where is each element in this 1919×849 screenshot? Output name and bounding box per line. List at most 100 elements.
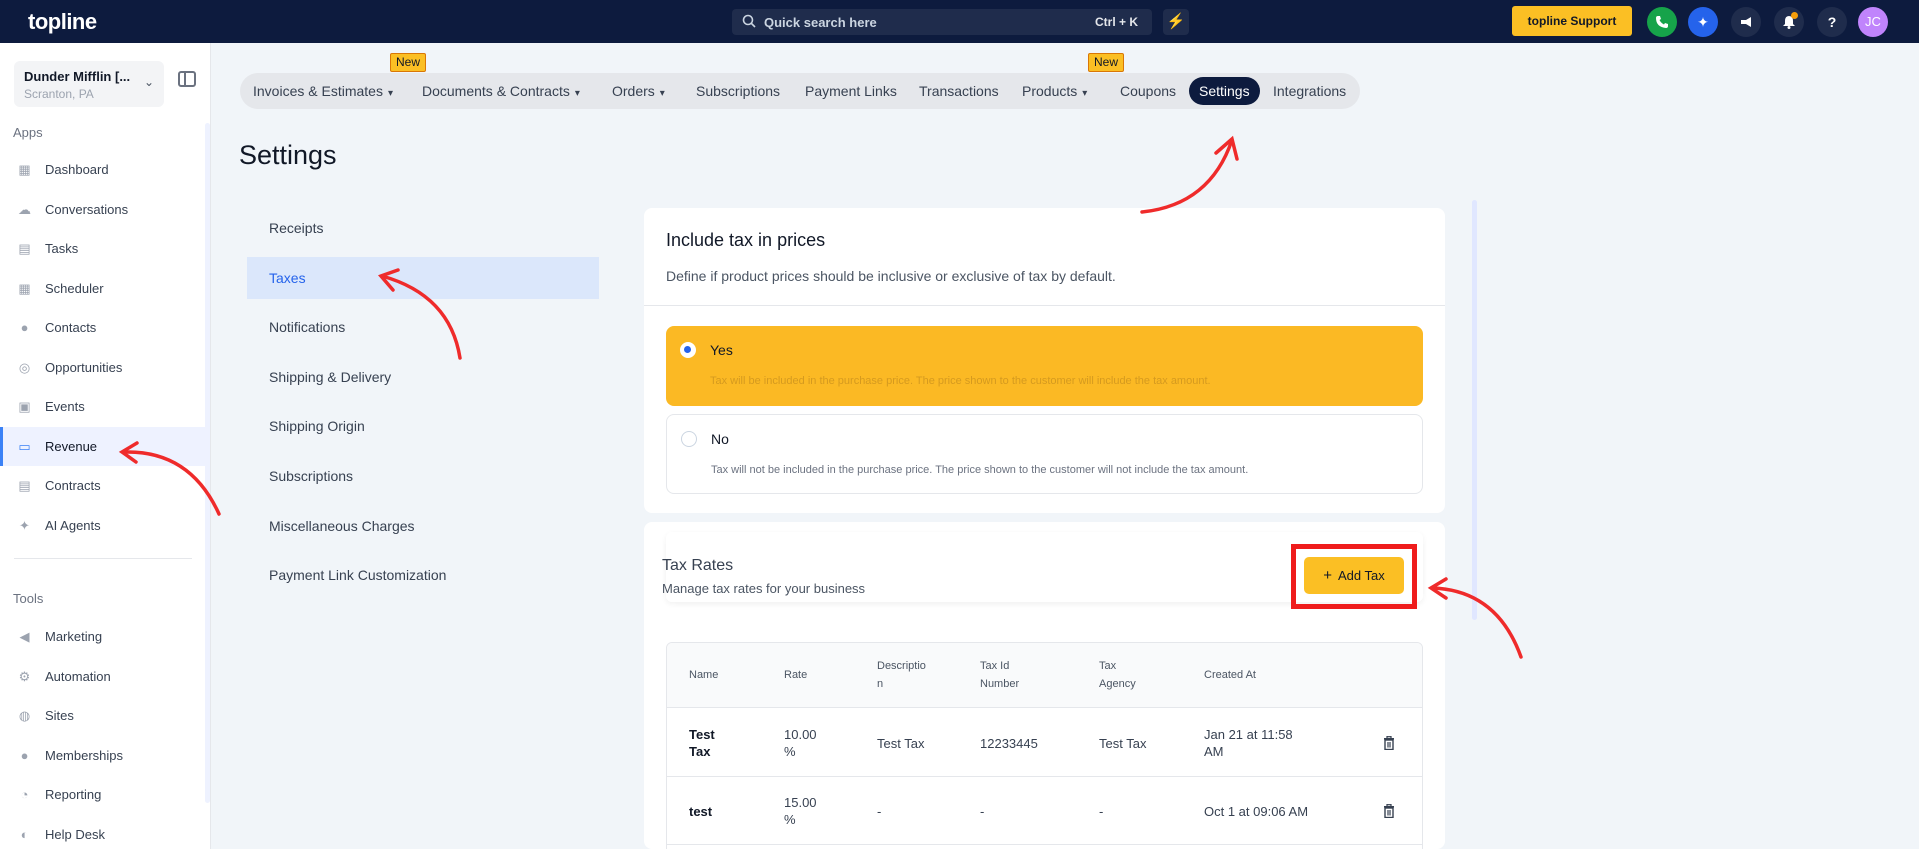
tab-coupons[interactable]: Coupons <box>1120 73 1176 109</box>
column-header-rate: Rate <box>784 669 808 681</box>
sidebar-item-opportunities[interactable]: ◎ Opportunities <box>0 348 205 387</box>
pie-icon: ◔ <box>20 787 29 802</box>
tax-option-yes[interactable]: Yes Tax will be included in the purchase… <box>666 326 1423 406</box>
sidebar-item-conversations[interactable]: ☁ Conversations <box>0 190 205 229</box>
tab-subscriptions[interactable]: Subscriptions <box>696 73 780 109</box>
tab-integrations[interactable]: Integrations <box>1273 73 1346 109</box>
settings-menu-subscriptions[interactable]: Subscriptions <box>247 455 599 497</box>
option-description: Tax will be included in the purchase pri… <box>710 375 1211 387</box>
settings-menu-label: Taxes <box>269 269 306 286</box>
cell-tax-id: 12233445 <box>980 736 1038 751</box>
column-header-tax-id: Tax Id Number <box>980 660 1020 690</box>
cell-description: Test Tax <box>877 736 925 751</box>
avatar[interactable]: JC <box>1858 7 1888 37</box>
events-icon: ▣ <box>18 399 31 414</box>
sidebar-item-label: Scheduler <box>45 280 104 296</box>
user-icon: ● <box>20 320 29 335</box>
sidebar-item-scheduler[interactable]: ▦ Scheduler <box>0 269 205 308</box>
sidebar-item-label: Sites <box>45 708 74 723</box>
tax-option-no[interactable]: No Tax will not be included in the purch… <box>666 414 1423 494</box>
tab-orders[interactable]: Orders ▾ <box>612 73 665 109</box>
cell-tax-id: - <box>980 804 985 819</box>
sidebar-item-label: AI Agents <box>45 517 101 533</box>
collapse-sidebar-icon[interactable] <box>178 71 196 87</box>
table-row[interactable]: test 15.00 % - - - Oct 1 at 09:06 AM <box>667 777 1422 845</box>
sidebar-item-contracts[interactable]: ▤ Contracts <box>0 466 205 505</box>
magic-wand-icon[interactable]: ✦ <box>1688 7 1718 37</box>
quick-search[interactable]: Quick search here Ctrl + K <box>732 9 1152 35</box>
sidebar-item-sites[interactable]: ◍ Sites <box>0 696 205 735</box>
settings-menu-taxes[interactable]: Taxes <box>247 256 599 299</box>
help-icon[interactable]: ? <box>1817 7 1847 37</box>
plus-icon: + <box>1323 567 1332 584</box>
sparkle-icon: ✦ <box>19 517 30 533</box>
support-button[interactable]: topline Support <box>1512 6 1632 36</box>
option-description: Tax will not be included in the purchase… <box>711 464 1249 476</box>
gears-icon: ⚙ <box>18 668 31 684</box>
cell-agency: - <box>1099 804 1104 819</box>
chevron-down-icon: ⌄ <box>143 75 154 89</box>
tax-rates-subtitle: Manage tax rates for your business <box>662 581 866 596</box>
globe-icon: ◍ <box>18 708 31 723</box>
tab-settings[interactable]: Settings <box>1189 77 1260 105</box>
revenue-tabs: Invoices & Estimates ▾ Documents & Contra… <box>240 73 1360 109</box>
settings-menu-payment-link-customization[interactable]: Payment Link Customization <box>247 554 599 596</box>
table-row[interactable]: Test Tax 10.00 % Test Tax 12233445 Test … <box>667 709 1422 777</box>
sidebar: Dunder Mifflin [... Scranton, PA ⌄ Apps … <box>0 43 211 849</box>
settings-menu-receipts[interactable]: Receipts <box>247 207 599 249</box>
tax-rates-title: Tax Rates <box>662 557 734 574</box>
cell-description: - <box>877 804 882 819</box>
cell-name: test <box>689 804 713 819</box>
tab-invoices-estimates[interactable]: Invoices & Estimates ▾ <box>253 73 393 109</box>
settings-menu-notifications[interactable]: Notifications <box>247 306 599 348</box>
settings-menu-miscellaneous-charges[interactable]: Miscellaneous Charges <box>247 505 599 547</box>
radio-button[interactable] <box>681 431 697 447</box>
sidebar-item-events[interactable]: ▣ Events <box>0 387 205 426</box>
megaphone-icon: ◀ <box>19 629 30 644</box>
phone-icon[interactable] <box>1647 7 1677 37</box>
sidebar-item-contacts[interactable]: ● Contacts <box>0 308 205 347</box>
sidebar-item-label: Help Desk <box>45 826 105 842</box>
sidebar-scrollbar[interactable] <box>205 123 210 803</box>
arrow-to-settings-tab <box>1140 138 1234 214</box>
card-icon: ▭ <box>18 438 31 454</box>
sidebar-item-marketing[interactable]: ◀ Marketing <box>0 617 205 656</box>
sidebar-item-tasks[interactable]: ▤ Tasks <box>0 229 205 268</box>
sidebar-item-help-desk[interactable]: ◐ Help Desk <box>0 815 205 849</box>
settings-menu-shipping-delivery[interactable]: Shipping & Delivery <box>247 356 599 398</box>
sidebar-item-revenue[interactable]: ▭ Revenue <box>0 426 205 466</box>
sidebar-item-ai-agents[interactable]: ✦ AI Agents <box>0 506 205 545</box>
settings-menu-label: Shipping & Delivery <box>269 368 392 385</box>
trash-icon[interactable] <box>1383 736 1395 750</box>
content-scrollbar[interactable] <box>1472 200 1477 620</box>
tab-documents-contracts[interactable]: Documents & Contracts ▾ <box>422 73 580 109</box>
megaphone-icon[interactable] <box>1731 7 1761 37</box>
search-shortcut: Ctrl + K <box>1094 15 1138 29</box>
column-header-name: Name <box>689 669 719 681</box>
logo[interactable]: topline <box>28 9 97 35</box>
bell-icon[interactable] <box>1774 7 1804 37</box>
tab-payment-links[interactable]: Payment Links <box>805 73 897 109</box>
sidebar-item-automation[interactable]: ⚙ Automation <box>0 657 205 696</box>
tools-section-label: Tools <box>13 591 44 606</box>
tab-transactions[interactable]: Transactions <box>919 73 999 109</box>
trash-icon[interactable] <box>1383 804 1395 818</box>
add-tax-button[interactable]: + Add Tax <box>1304 557 1404 594</box>
sidebar-item-label: Tasks <box>45 241 79 256</box>
sidebar-item-reporting[interactable]: ◔ Reporting <box>0 775 205 814</box>
sidebar-item-label: Opportunities <box>45 359 123 375</box>
table-header: Name Rate Descriptio n Tax Id Number Tax… <box>667 643 1422 708</box>
lightning-icon[interactable]: ⚡ <box>1163 9 1189 35</box>
settings-menu-shipping-origin[interactable]: Shipping Origin <box>247 405 599 447</box>
sidebar-item-dashboard[interactable]: ▦ Dashboard <box>0 150 205 189</box>
top-bar: topline Quick search here Ctrl + K ⚡ top… <box>0 0 1919 43</box>
calendar-icon: ▦ <box>18 280 31 296</box>
chevron-down-icon: ▾ <box>574 88 580 99</box>
radio-button-selected[interactable] <box>680 342 696 358</box>
column-header-agency: Tax Agency <box>1099 660 1136 690</box>
sidebar-item-label: Conversations <box>45 201 129 217</box>
chevron-down-icon: ▾ <box>1082 88 1088 99</box>
tab-products[interactable]: Products ▾ <box>1022 73 1087 109</box>
sidebar-item-memberships[interactable]: ● Memberships <box>0 736 205 775</box>
account-switcher[interactable]: Dunder Mifflin [... Scranton, PA ⌄ <box>14 61 164 107</box>
